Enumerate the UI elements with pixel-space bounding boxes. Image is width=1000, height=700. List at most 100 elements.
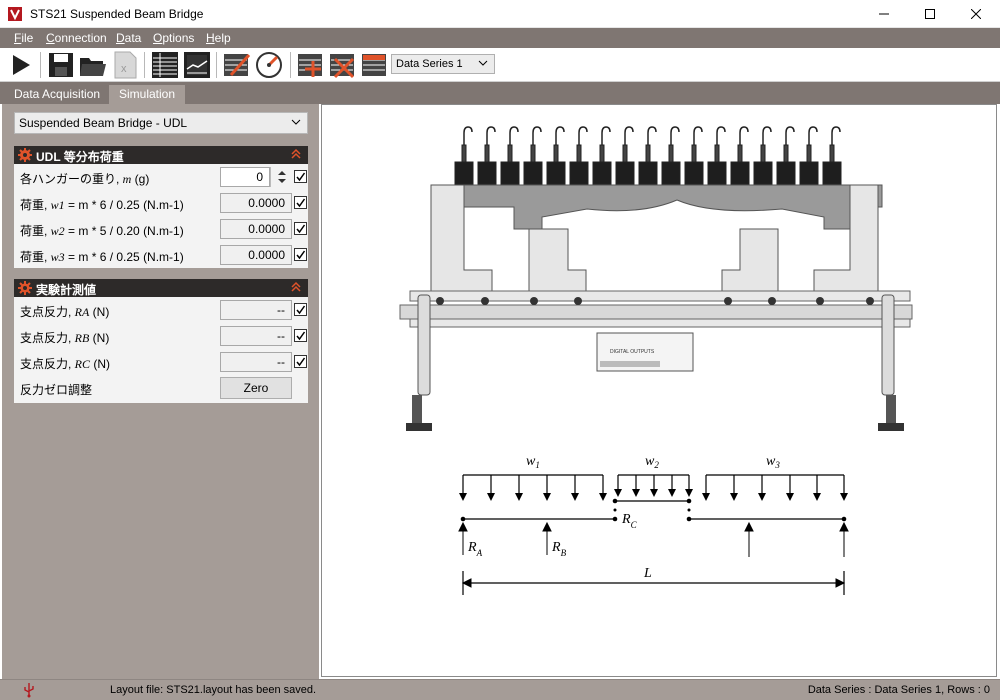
w3-label: w3	[766, 454, 780, 470]
gear-icon	[18, 148, 32, 162]
load-w3-label: 荷重, w3 = m * 6 / 0.25 (N.m-1)	[20, 250, 184, 264]
title-bar: STS21 Suspended Beam Bridge	[0, 0, 1000, 28]
hanger-stem	[461, 144, 467, 163]
status-message: Layout file: STS21.layout has been saved…	[110, 684, 317, 696]
export-excel-icon[interactable]: x	[110, 50, 140, 80]
hanger-hook	[509, 126, 519, 145]
load-arrow-head	[813, 493, 821, 501]
load-arrow-head	[632, 489, 640, 497]
left-foot-screw	[412, 395, 422, 423]
graph-view-icon[interactable]	[182, 50, 212, 80]
toolbar-separator	[144, 52, 145, 78]
hanger-weight	[707, 161, 727, 185]
hanger-stem	[760, 144, 766, 163]
hanger-mass-input[interactable]: 0	[220, 167, 270, 187]
menu-options[interactable]: Options	[153, 31, 194, 45]
hanger-stem	[829, 144, 835, 163]
clear-table-icon[interactable]	[360, 50, 390, 80]
menu-help[interactable]: Help	[206, 31, 231, 45]
hanger-hook	[601, 126, 611, 145]
load-arrow-head	[840, 493, 848, 501]
hanger-stem	[737, 144, 743, 163]
measurement-group-header[interactable]: 実験計測値	[14, 279, 308, 297]
hanger-weight	[684, 161, 704, 185]
reaction-rb-checkbox[interactable]	[294, 329, 307, 342]
hanger-stem	[622, 144, 628, 163]
hanger-hook	[808, 126, 818, 145]
status-bar: Layout file: STS21.layout has been saved…	[0, 679, 1000, 700]
toolbar-separator	[290, 52, 291, 78]
load-w2-value: 0.0000	[220, 219, 292, 239]
hanger-weight	[546, 161, 566, 185]
reaction-rb-row: 支点反力, RB (N) --	[14, 323, 308, 349]
hanger-stem	[484, 144, 490, 163]
maximize-icon[interactable]	[907, 0, 953, 28]
load-arrow-head	[543, 493, 551, 501]
add-row-icon[interactable]	[296, 50, 326, 80]
menu-data[interactable]: Data	[116, 31, 141, 45]
hanger-weight	[799, 161, 819, 185]
menu-bar: File Connection Data Options Help	[0, 28, 1000, 48]
hanger-hook	[486, 126, 496, 145]
menu-file[interactable]: File	[14, 31, 33, 45]
hanger-mass-stepper[interactable]	[270, 167, 292, 187]
edit-graph-icon[interactable]	[222, 50, 252, 80]
hanger-mass-label: 各ハンガーの重り, m (g)	[20, 172, 150, 186]
simulation-selector[interactable]: Suspended Beam Bridge - UDL	[14, 112, 308, 134]
hanger-mass-checkbox[interactable]	[294, 170, 307, 183]
reaction-ra-checkbox[interactable]	[294, 303, 307, 316]
load-arrow-head	[571, 493, 579, 501]
udl-group-header[interactable]: UDL 等分布荷重	[14, 146, 308, 164]
hanger-stem	[714, 144, 720, 163]
zero-button[interactable]: Zero	[220, 377, 292, 399]
reaction-rc-label: 支点反力, RC (N)	[20, 357, 111, 371]
load-w2-checkbox[interactable]	[294, 222, 307, 235]
tab-data-acquisition[interactable]: Data Acquisition	[4, 85, 111, 104]
load-arrow-head	[685, 489, 693, 497]
load-arrow-head	[614, 489, 622, 497]
hanger-stem	[599, 144, 605, 163]
load-w1-checkbox[interactable]	[294, 196, 307, 209]
tab-simulation[interactable]: Simulation	[109, 85, 186, 104]
reaction-rc-row: 支点反力, RC (N) --	[14, 349, 308, 375]
load-w3-checkbox[interactable]	[294, 248, 307, 261]
hanger-weight	[822, 161, 842, 185]
hanger-weight	[569, 161, 589, 185]
minimize-icon[interactable]	[861, 0, 907, 28]
hanger-hook	[624, 126, 634, 145]
collapse-icon[interactable]	[290, 147, 302, 161]
reaction-rc-value: --	[220, 352, 292, 372]
meter-calibration-icon[interactable]	[254, 50, 284, 80]
hanger-weight	[753, 161, 773, 185]
load-arrow-head	[487, 493, 495, 501]
menu-connection[interactable]: Connection	[46, 31, 107, 45]
udl-group-title: UDL 等分布荷重	[36, 150, 124, 164]
load-arrow-head	[730, 493, 738, 501]
hanger-weights	[454, 126, 842, 185]
close-icon[interactable]	[953, 0, 999, 28]
reaction-rc-checkbox[interactable]	[294, 355, 307, 368]
lower-rail	[409, 318, 911, 328]
ra-label: RA	[467, 540, 483, 558]
load-arrow-head	[459, 493, 467, 501]
reaction-rb-label: 支点反力, RB (N)	[20, 331, 110, 345]
load-arrow-head	[668, 489, 676, 497]
simulation-canvas: DIGITAL OUTPUTS w1 w2 w3 RC RA RB L	[321, 104, 997, 677]
play-icon[interactable]	[6, 50, 36, 80]
load-w1-row: 荷重, w1 = m * 6 / 0.25 (N.m-1) 0.0000	[14, 190, 308, 216]
save-icon[interactable]	[46, 50, 76, 80]
chevron-down-icon	[478, 58, 488, 71]
measurement-group: 実験計測値 支点反力, RA (N) -- 支点反力, RB (N) -- 支点…	[14, 279, 308, 403]
open-folder-icon[interactable]	[78, 50, 108, 80]
main-rail	[399, 304, 913, 320]
data-series-dropdown[interactable]: Data Series 1	[391, 54, 495, 74]
toolbar-separator	[216, 52, 217, 78]
table-view-icon[interactable]	[150, 50, 180, 80]
collapse-icon[interactable]	[290, 280, 302, 294]
w1-label: w1	[526, 454, 540, 470]
hanger-hook	[463, 126, 473, 145]
load-w3-value: 0.0000	[220, 245, 292, 265]
reaction-rb-value: --	[220, 326, 292, 346]
hanger-weight	[661, 161, 681, 185]
delete-row-icon[interactable]	[328, 50, 358, 80]
